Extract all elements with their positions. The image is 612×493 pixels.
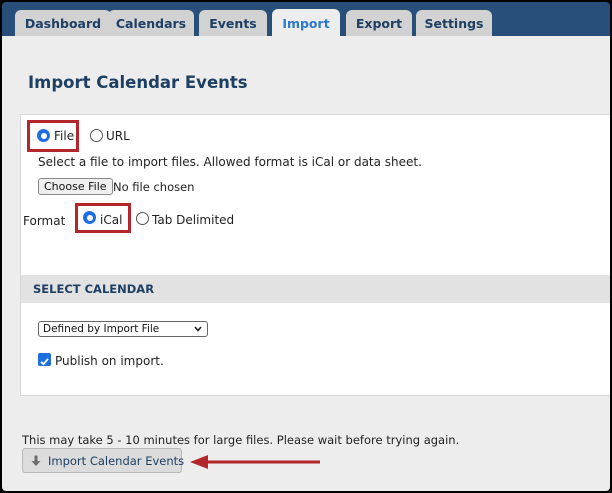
import-page: Import Calendar Events File URL Select a… [2, 36, 610, 491]
page-title: Import Calendar Events [28, 73, 248, 92]
tab-calendars[interactable]: Calendars [108, 10, 194, 36]
import-source-panel: File URL Select a file to import files. … [20, 114, 610, 396]
tab-export-label: Export [355, 15, 403, 31]
tab-import[interactable]: Import [272, 9, 340, 37]
tab-events-label: Events [209, 15, 257, 31]
ical-radio[interactable] [83, 211, 96, 224]
tab-delimited-radio[interactable] [136, 212, 149, 225]
choose-file-button[interactable]: Choose File [38, 178, 113, 195]
calendar-select-value: Defined by Import File [43, 323, 160, 335]
select-calendar-title: SELECT CALENDAR [33, 282, 155, 296]
tab-calendars-label: Calendars [115, 15, 187, 31]
app-window: Dashboard Calendars Events Import Export… [2, 2, 610, 491]
file-radio-label: File [54, 129, 75, 143]
tab-delimited-radio-label: Tab Delimited [152, 213, 235, 227]
tab-dashboard[interactable]: Dashboard [15, 10, 111, 36]
no-file-chosen-text: No file chosen [113, 180, 195, 194]
url-radio-label: URL [106, 129, 130, 143]
import-instructions: Select a file to import files. Allowed f… [38, 155, 422, 169]
ical-radio-label: iCal [100, 213, 123, 227]
import-calendar-events-button[interactable]: Import Calendar Events [22, 448, 185, 473]
tab-dashboard-label: Dashboard [24, 15, 102, 31]
calendar-select[interactable]: Defined by Import File [38, 321, 208, 337]
choose-file-label: Choose File [44, 180, 107, 193]
tab-settings[interactable]: Settings [416, 10, 492, 36]
url-radio[interactable] [90, 129, 103, 142]
tab-export[interactable]: Export [346, 10, 412, 36]
format-label: Format [23, 214, 66, 228]
import-calendar-events-label: Import Calendar Events [48, 454, 185, 468]
publish-label: Publish on import. [55, 354, 164, 368]
annotation-arrow-icon [190, 455, 320, 469]
tab-bar: Dashboard Calendars Events Import Export… [2, 2, 610, 37]
chevron-down-icon [194, 326, 202, 332]
select-calendar-header: SELECT CALENDAR [21, 275, 610, 303]
download-arrow-icon [31, 455, 41, 466]
tab-events[interactable]: Events [199, 10, 267, 36]
checkmark-icon [40, 358, 49, 366]
tab-import-label: Import [282, 15, 330, 31]
publish-checkbox[interactable] [38, 353, 51, 366]
tab-settings-label: Settings [424, 15, 484, 31]
file-radio[interactable] [37, 129, 50, 142]
duration-note: This may take 5 - 10 minutes for large f… [22, 433, 460, 447]
